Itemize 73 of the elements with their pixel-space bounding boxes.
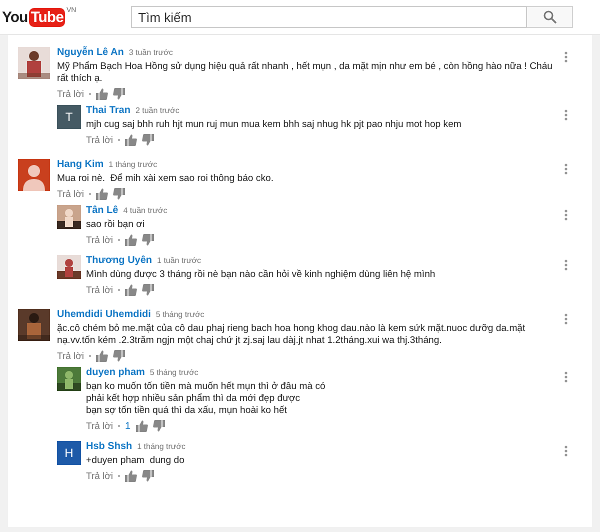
author-name[interactable]: Hang Kim	[57, 159, 104, 170]
comment-text: mjh cug saj bhh ruh hjt mun ruj mun mua kem bhh saj nhug hk pjt pao nhju mot hop kem	[86, 119, 462, 131]
like-count: 1	[125, 420, 131, 432]
separator-dot-icon	[118, 475, 120, 477]
letter-avatar: H	[57, 441, 81, 465]
thumbs-up-icon[interactable]	[96, 88, 108, 100]
thumbs-down-icon[interactable]	[142, 234, 154, 246]
more-options-icon[interactable]	[564, 163, 568, 175]
comment-text: +duyen pham dung do	[86, 455, 186, 467]
comment-time: 4 tuần trước	[123, 206, 168, 215]
comment-time: 3 tuần trước	[128, 48, 173, 57]
reply-link[interactable]: Trả lời	[86, 234, 113, 246]
comment-text: sao rồi bạn ơi	[86, 219, 146, 231]
separator-dot-icon	[118, 139, 120, 141]
thumbs-down-icon[interactable]	[113, 88, 125, 100]
separator-dot-icon	[89, 93, 91, 95]
reply-link[interactable]: Trả lời	[86, 470, 113, 482]
comment-text: Mỹ Phẩm Bạch Hoa Hồng sử dụng hiệu quả rất nhanh , hết mụn , da mặt mịn như em bé , còn hồng hào nữa ! Cháu rất thích ạ.	[57, 61, 554, 85]
more-options-icon[interactable]	[564, 313, 568, 325]
more-options-icon[interactable]	[564, 109, 568, 121]
comment-text: Mình dùng được 3 tháng rồi nè bạn nào cần hỏi về kinh nghiệm dùng liên hệ mình	[86, 269, 436, 281]
thumbs-up-icon[interactable]	[125, 134, 137, 146]
comment-text: bạn sợ tốn tiền quá thì da xấu, mụn hoài ko hết	[86, 405, 288, 417]
thumbs-down-icon[interactable]	[142, 134, 154, 146]
comment-time: 2 tuần trước	[135, 106, 180, 115]
search-button[interactable]	[527, 6, 574, 28]
search-icon	[542, 10, 557, 24]
thumbs-down-icon[interactable]	[113, 188, 125, 200]
thumbs-down-icon[interactable]	[152, 420, 165, 432]
thumbs-down-icon[interactable]	[142, 470, 154, 482]
more-options-icon[interactable]	[564, 259, 568, 271]
thumbs-down-icon[interactable]	[113, 350, 125, 362]
author-name[interactable]: Thương Uyên	[86, 255, 152, 266]
author-name[interactable]: duyen pham	[86, 367, 145, 378]
thumbs-up-icon[interactable]	[125, 284, 137, 296]
separator-dot-icon	[89, 193, 91, 195]
letter-avatar: T	[57, 105, 81, 129]
thumbs-up-icon[interactable]	[125, 470, 137, 482]
reply-link[interactable]: Trả lời	[57, 188, 84, 200]
separator-dot-icon	[118, 425, 120, 427]
default-avatar-icon	[18, 159, 50, 191]
author-name[interactable]: Uhemdidi Uhemdidi	[57, 309, 151, 320]
search-field[interactable]: Tìm kiếm	[131, 6, 528, 28]
reply-link[interactable]: Trả lời	[86, 284, 113, 296]
thumbs-down-icon[interactable]	[142, 284, 154, 296]
separator-dot-icon	[118, 239, 120, 241]
comment-text: ặc.cô chém bỏ me.mặt của cô dau phaj rieng bach hoa hong khog dau.nào là kem sứk mặt.nuoc dưỡg da.mặt nạ.vv.tốn kém .2.3trăm ngjn một chaj chứ jt zj.saj lau dàj.jt nhat 1.2tháng.xui wa thj.3tháng.	[57, 323, 526, 347]
thumbs-up-icon[interactable]	[136, 420, 148, 432]
author-name[interactable]: Hsb Shsh	[86, 441, 132, 452]
comment-time: 5 tháng trước	[150, 368, 198, 377]
more-options-icon[interactable]	[564, 445, 568, 457]
comment-time: 1 tuần trước	[157, 256, 201, 265]
separator-dot-icon	[89, 355, 91, 357]
comment-time: 1 tháng trước	[137, 442, 186, 451]
comment-time: 1 tháng trước	[108, 160, 158, 169]
author-name[interactable]: Thai Tran	[86, 105, 130, 116]
reply-link[interactable]: Trả lời	[86, 134, 113, 146]
thumbs-up-icon[interactable]	[96, 188, 108, 200]
comment-text: phải kết hợp nhiều sản phẩm thì da mới đẹp được	[86, 393, 302, 405]
comment-text: bạn ko muốn tốn tiền mà muốn hết mụn thì ở đâu mà có	[86, 381, 326, 393]
more-options-icon[interactable]	[564, 371, 568, 383]
comment-time: 5 tháng trước	[156, 310, 204, 319]
thumbs-up-icon[interactable]	[125, 234, 137, 246]
reply-link[interactable]: Trả lời	[57, 350, 84, 362]
reply-link[interactable]: Trả lời	[86, 420, 113, 432]
comment-text: Mua roi nè. Để mih xài xem sao roi thông báo cko.	[57, 173, 274, 185]
more-options-icon[interactable]	[564, 209, 568, 221]
author-name[interactable]: Nguyễn Lê An	[57, 47, 124, 58]
reply-link[interactable]: Trả lời	[57, 88, 84, 100]
separator-dot-icon	[118, 289, 120, 291]
more-options-icon[interactable]	[564, 51, 568, 63]
thumbs-up-icon[interactable]	[96, 350, 108, 362]
author-name[interactable]: Tân Lê	[86, 205, 118, 216]
